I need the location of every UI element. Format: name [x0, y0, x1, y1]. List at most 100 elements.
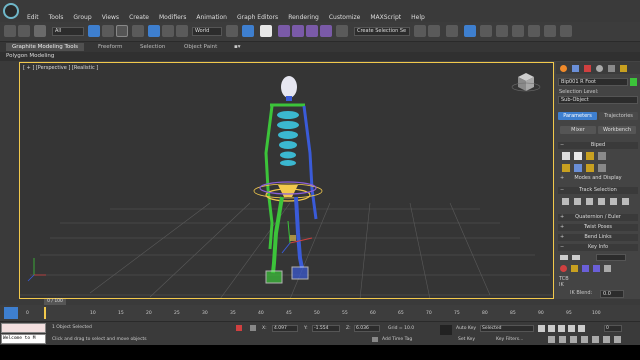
absolute-mode-icon[interactable]: [250, 325, 256, 331]
menu-maxscript[interactable]: MAXScript: [365, 14, 406, 22]
timeline-track[interactable]: 0 10 15 20 25 30 35 40 45 50 55 60 65 70…: [0, 305, 640, 321]
select-object-icon[interactable]: [88, 25, 100, 37]
ik-rollout-label[interactable]: IK: [559, 282, 564, 288]
biped-pelvis[interactable]: [278, 185, 298, 197]
hierarchy-tab-icon[interactable]: [584, 65, 591, 72]
menu-graph-editors[interactable]: Graph Editors: [232, 14, 283, 22]
biped-head[interactable]: [281, 76, 297, 98]
motion-flow-icon[interactable]: [586, 152, 594, 160]
biped-left-leg[interactable]: [271, 196, 284, 274]
convert-icon[interactable]: [598, 164, 606, 172]
layer-manager-icon[interactable]: [446, 25, 458, 37]
rollout-twist-poses[interactable]: + Twist Poses: [558, 224, 638, 231]
reference-coord-dropdown[interactable]: World: [192, 27, 222, 36]
menu-group[interactable]: Group: [68, 14, 96, 22]
tab-parameters[interactable]: Parameters: [558, 112, 597, 120]
x-coordinate-field[interactable]: 4.097: [272, 325, 298, 332]
pivot-center-icon[interactable]: [226, 25, 238, 37]
maximize-viewport-icon[interactable]: [614, 336, 621, 343]
ribbon-polygon-modeling[interactable]: Polygon Modeling: [6, 53, 54, 59]
tab-freeform[interactable]: Freeform: [92, 43, 129, 51]
load-motion-icon[interactable]: [586, 164, 594, 172]
rollout-bend-links[interactable]: + Bend Links: [558, 234, 638, 241]
mini-curve-editor-icon[interactable]: [4, 307, 18, 319]
biped-right-leg[interactable]: [294, 196, 304, 269]
rollout-key-info[interactable]: − Key Info: [558, 244, 638, 251]
rotate-icon[interactable]: [162, 25, 174, 37]
prev-key-icon[interactable]: [560, 255, 568, 260]
schematic-view-icon[interactable]: [496, 25, 508, 37]
create-tab-icon[interactable]: [560, 65, 567, 72]
go-to-start-icon[interactable]: [538, 325, 545, 332]
select-by-name-icon[interactable]: [102, 25, 114, 37]
rollout-biped[interactable]: − Biped: [558, 142, 638, 149]
render-setup-icon[interactable]: [528, 25, 540, 37]
zoom-icon[interactable]: [548, 336, 555, 343]
save-file-icon[interactable]: [574, 164, 582, 172]
mirror-icon[interactable]: [414, 25, 426, 37]
menu-rendering[interactable]: Rendering: [283, 14, 324, 22]
percent-snap-icon[interactable]: [306, 25, 318, 37]
body-vertical-icon[interactable]: [574, 198, 581, 205]
body-horizontal-icon[interactable]: [562, 198, 569, 205]
biped-left-arm[interactable]: [264, 105, 274, 250]
set-key-button[interactable]: Set Key: [458, 337, 475, 342]
edit-named-selections-icon[interactable]: [336, 25, 348, 37]
graphite-toggle-icon[interactable]: [464, 25, 476, 37]
ik-blend-field[interactable]: 0.0: [600, 290, 624, 298]
time-marker[interactable]: [44, 307, 46, 319]
rendered-frame-icon[interactable]: [544, 25, 556, 37]
menu-customize[interactable]: Customize: [324, 14, 366, 22]
auto-key-button[interactable]: Auto Key: [456, 326, 476, 331]
next-key-icon[interactable]: [572, 255, 580, 260]
key-number-field[interactable]: [596, 254, 626, 261]
mixer-button[interactable]: Mixer: [560, 126, 596, 134]
pan-icon[interactable]: [592, 336, 599, 343]
zoom-all-icon[interactable]: [559, 336, 566, 343]
next-frame-icon[interactable]: [568, 325, 575, 332]
angle-snap-icon[interactable]: [292, 25, 304, 37]
y-coordinate-field[interactable]: -1.554: [312, 325, 340, 332]
menu-help[interactable]: Help: [406, 14, 430, 22]
utilities-tab-icon[interactable]: [620, 65, 627, 72]
rect-selection-icon[interactable]: [116, 25, 128, 37]
display-tab-icon[interactable]: [608, 65, 615, 72]
object-color-swatch[interactable]: [630, 78, 637, 86]
align-icon[interactable]: [428, 25, 440, 37]
select-manipulate-icon[interactable]: [242, 25, 254, 37]
tab-trajectories[interactable]: Trajectories: [599, 112, 638, 120]
window-crossing-icon[interactable]: [132, 25, 144, 37]
z-coordinate-field[interactable]: 6.036: [354, 325, 380, 332]
menu-create[interactable]: Create: [124, 14, 154, 22]
symmetrical-icon[interactable]: [610, 198, 617, 205]
menu-modifiers[interactable]: Modifiers: [154, 14, 191, 22]
biped-right-arm[interactable]: [302, 105, 318, 220]
trajectory-icon[interactable]: [604, 265, 611, 272]
named-selection-dropdown[interactable]: Create Selection Se: [354, 27, 410, 36]
rollout-modes-display[interactable]: + Modes and Display: [558, 175, 638, 182]
previous-frame-icon[interactable]: [548, 325, 555, 332]
key-filters-button[interactable]: Key Filters...: [496, 337, 523, 342]
key-mode-dropdown[interactable]: Selected: [480, 325, 534, 332]
workbench-button[interactable]: Workbench: [598, 126, 636, 134]
perspective-viewport[interactable]: [ + ] [Perspective ] [Realistic ]: [19, 62, 554, 299]
go-to-end-icon[interactable]: [578, 325, 585, 332]
lock-selection-icon[interactable]: [236, 325, 242, 331]
menu-tools[interactable]: Tools: [44, 14, 69, 22]
snaps-toggle-icon[interactable]: [278, 25, 290, 37]
key-mode-icon[interactable]: [440, 325, 452, 335]
orbit-icon[interactable]: [603, 336, 610, 343]
keyboard-shortcut-icon[interactable]: [260, 25, 272, 37]
add-time-tag[interactable]: Add Time Tag: [382, 337, 412, 342]
menu-animation[interactable]: Animation: [191, 14, 232, 22]
current-frame-field[interactable]: 0: [604, 325, 622, 332]
spinner-snap-icon[interactable]: [320, 25, 332, 37]
set-key-icon[interactable]: [560, 265, 567, 272]
material-editor-icon[interactable]: [512, 25, 524, 37]
menu-views[interactable]: Views: [97, 14, 124, 22]
link-icon[interactable]: [34, 25, 46, 37]
biped-spine[interactable]: [277, 111, 299, 166]
redo-icon[interactable]: [18, 25, 30, 37]
modify-tab-icon[interactable]: [572, 65, 579, 72]
set-sliding-key-icon[interactable]: [582, 265, 589, 272]
